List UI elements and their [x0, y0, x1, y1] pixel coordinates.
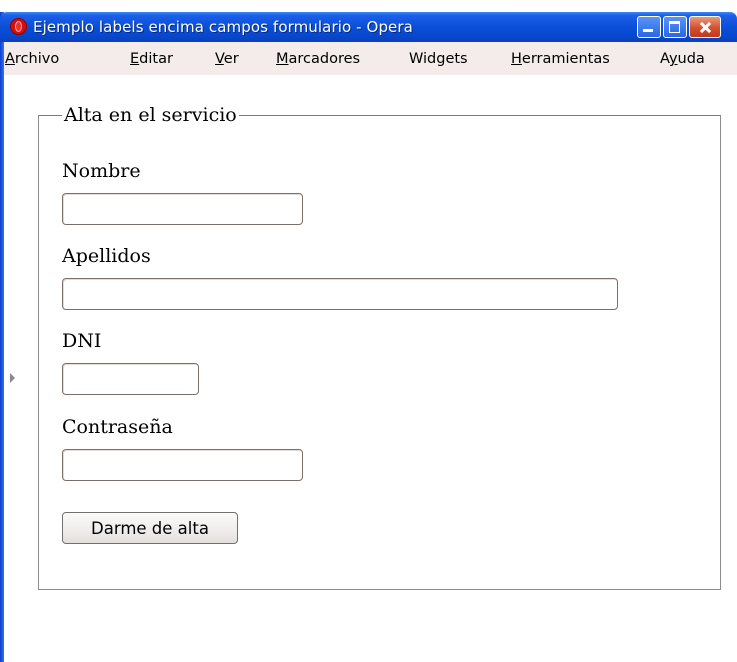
menu-ayuda[interactable]: Ayuda: [660, 51, 705, 67]
opera-logo-icon[interactable]: [10, 18, 27, 35]
maximize-button[interactable]: [663, 16, 687, 38]
dni-label: DNI: [62, 330, 102, 352]
menu-ver[interactable]: Ver: [215, 51, 239, 67]
contrasena-input[interactable]: [62, 449, 303, 481]
menu-bar: Archivo Editar Ver Marcadores Widgets He…: [4, 42, 737, 75]
title-bar[interactable]: Ejemplo labels encima campos formulario …: [0, 12, 737, 42]
apellidos-label: Apellidos: [62, 245, 151, 267]
menu-editar[interactable]: Editar: [130, 51, 173, 67]
window-title: Ejemplo labels encima campos formulario …: [33, 18, 413, 36]
menu-herramientas[interactable]: Herramientas: [511, 51, 610, 67]
apellidos-input[interactable]: [62, 278, 618, 310]
nombre-input[interactable]: [62, 193, 303, 225]
menu-marcadores[interactable]: Marcadores: [276, 51, 360, 67]
sidebar-toggle-icon[interactable]: [10, 373, 15, 383]
menu-widgets[interactable]: Widgets: [409, 51, 468, 67]
minimize-button[interactable]: [637, 16, 661, 38]
darme-de-alta-button[interactable]: Darme de alta: [62, 512, 238, 544]
nombre-label: Nombre: [62, 160, 141, 182]
contrasena-label: Contraseña: [62, 416, 173, 438]
dni-input[interactable]: [62, 363, 199, 395]
menu-archivo[interactable]: Archivo: [5, 51, 59, 67]
fieldset-legend: Alta en el servicio: [62, 104, 239, 126]
close-button[interactable]: [689, 16, 721, 38]
